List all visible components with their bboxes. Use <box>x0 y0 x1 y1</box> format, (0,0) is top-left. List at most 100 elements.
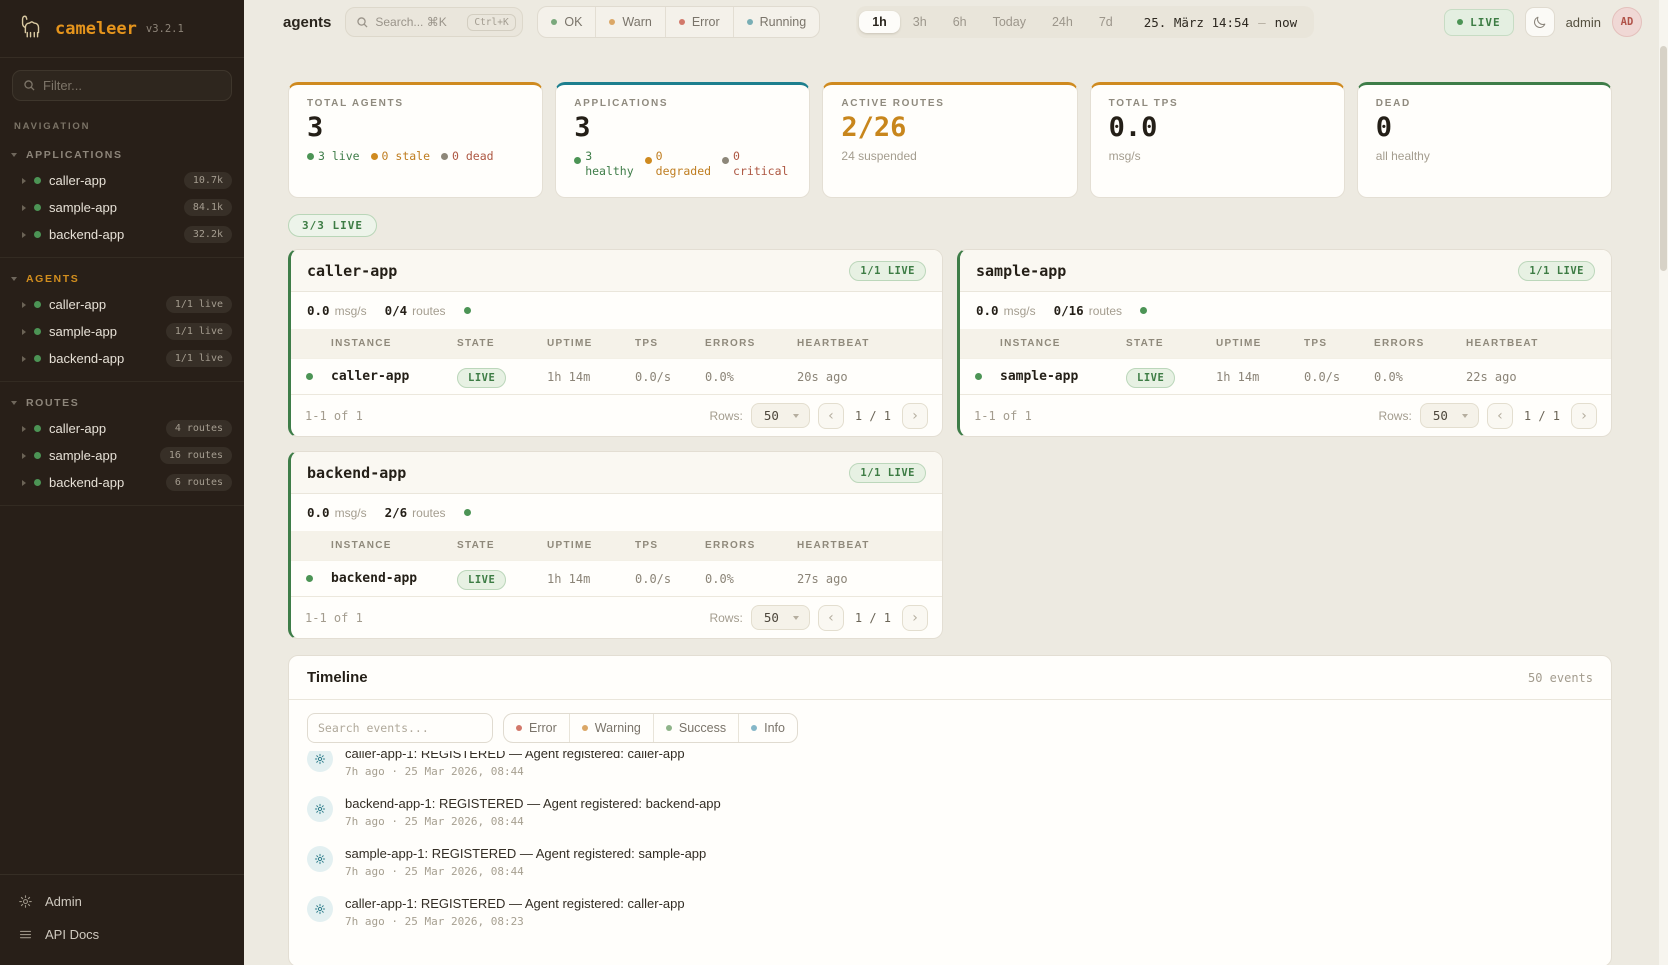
app-card-caller-app: caller-app 1/1 LIVE 0.0msg/s 0/4routes I… <box>288 249 943 437</box>
scrollbar-thumb[interactable] <box>1660 46 1667 271</box>
timeline-filter-success[interactable]: Success <box>653 714 738 742</box>
events-count: 50 events <box>1528 671 1593 685</box>
range-button-1h[interactable]: 1h <box>859 11 900 33</box>
chevron-right-icon[interactable] <box>22 356 26 362</box>
chevron-right-icon[interactable] <box>22 232 26 238</box>
global-search-input[interactable] <box>375 15 461 29</box>
table-row[interactable]: backend-app LIVE 1h 14m 0.0/s 0.0% 27s a… <box>291 560 942 596</box>
stale-dot <box>371 153 378 160</box>
success-dot <box>666 725 672 731</box>
gear-icon <box>307 751 333 772</box>
status-filter-running[interactable]: Running <box>733 7 820 37</box>
sidebar-item-agent-sample-app[interactable]: sample-app 1/1 live <box>0 318 244 345</box>
avatar[interactable]: AD <box>1612 7 1642 37</box>
sidebar-filter <box>12 70 232 101</box>
running-dot <box>747 19 753 25</box>
chevron-right-icon[interactable] <box>22 426 26 432</box>
timeline-filter-warning[interactable]: Warning <box>569 714 653 742</box>
app-card-title[interactable]: backend-app <box>307 464 406 482</box>
app-logo[interactable]: cameleer v3.2.1 <box>0 0 244 58</box>
stat-card-applications: APPLICATIONS 3 3healthy 0degraded 0criti… <box>555 82 810 198</box>
count-badge: 84.1k <box>184 199 232 216</box>
sidebar-item-application-backend-app[interactable]: backend-app 32.2k <box>0 221 244 248</box>
count-badge: 10.7k <box>184 172 232 189</box>
page-scrollbar[interactable] <box>1659 0 1668 965</box>
row-range-label: 1-1 of 1 <box>305 611 363 625</box>
stat-card-dead: DEAD 0 all healthy <box>1357 82 1612 198</box>
sidebar-item-routes-caller-app[interactable]: caller-app 4 routes <box>0 415 244 442</box>
next-page-button[interactable]: › <box>902 605 928 631</box>
app-card-title[interactable]: caller-app <box>307 262 397 280</box>
chevron-right-icon[interactable] <box>22 302 26 308</box>
dead-dot <box>441 153 448 160</box>
chevron-right-icon[interactable] <box>22 453 26 459</box>
app-card-backend-app: backend-app 1/1 LIVE 0.0msg/s 2/6routes … <box>288 451 943 639</box>
sidebar-item-application-sample-app[interactable]: sample-app 84.1k <box>0 194 244 221</box>
top-bar: agents Ctrl+K OK Warn Error Running <box>244 0 1668 44</box>
status-dot <box>464 307 471 314</box>
timeline-filter-info[interactable]: Info <box>738 714 797 742</box>
status-filter-error[interactable]: Error <box>665 7 733 37</box>
sidebar-item-routes-backend-app[interactable]: backend-app 6 routes <box>0 469 244 496</box>
rows-per-page-select[interactable]: 50 <box>1420 403 1479 428</box>
range-button-3h[interactable]: 3h <box>900 11 940 33</box>
sidebar-item-routes-sample-app[interactable]: sample-app 16 routes <box>0 442 244 469</box>
timeline-filter-group: Error Warning Success Info <box>503 713 798 743</box>
state-badge: LIVE <box>457 570 506 590</box>
chevron-right-icon[interactable] <box>22 178 26 184</box>
table-row[interactable]: caller-app LIVE 1h 14m 0.0/s 0.0% 20s ag… <box>291 358 942 394</box>
live-count-badge: 1/1 LIVE <box>1518 261 1595 281</box>
section-header-routes[interactable]: ROUTES <box>0 389 244 415</box>
sidebar-footer: Admin API Docs <box>0 874 244 965</box>
warning-dot <box>582 725 588 731</box>
page-indicator: 1 / 1 <box>852 611 894 625</box>
status-filter-warn[interactable]: Warn <box>595 7 664 37</box>
status-dot <box>1140 307 1147 314</box>
status-dot <box>34 204 41 211</box>
app-card-title[interactable]: sample-app <box>976 262 1066 280</box>
status-filter-ok[interactable]: OK <box>538 7 595 37</box>
stat-card-total-tps: TOTAL TPS 0.0 msg/s <box>1090 82 1345 198</box>
chevron-down-icon <box>793 616 799 620</box>
app-version: v3.2.1 <box>146 23 184 35</box>
count-badge: 6 routes <box>166 474 232 491</box>
section-header-agents[interactable]: AGENTS <box>0 265 244 291</box>
timeline-search-input[interactable] <box>307 713 493 743</box>
next-page-button[interactable]: › <box>902 403 928 429</box>
live-count-badge: 1/1 LIVE <box>849 463 926 483</box>
camel-logo-icon <box>16 11 46 46</box>
rows-per-page-select[interactable]: 50 <box>751 605 810 630</box>
error-dot <box>679 19 685 25</box>
chevron-right-icon[interactable] <box>22 205 26 211</box>
chevron-down-icon <box>793 414 799 418</box>
timeline-events-list[interactable]: caller-app-1: REGISTERED — Agent registe… <box>289 751 1611 933</box>
sidebar-item-agent-caller-app[interactable]: caller-app 1/1 live <box>0 291 244 318</box>
prev-page-button[interactable]: ‹ <box>818 403 844 429</box>
section-header-applications[interactable]: APPLICATIONS <box>0 141 244 167</box>
range-button-24h[interactable]: 24h <box>1039 11 1086 33</box>
sidebar-item-api-docs[interactable]: API Docs <box>0 918 244 951</box>
sidebar-filter-input[interactable] <box>43 78 221 93</box>
sidebar-item-admin[interactable]: Admin <box>0 885 244 918</box>
moon-icon <box>1532 15 1547 30</box>
timeline-filter-error[interactable]: Error <box>504 714 569 742</box>
range-button-today[interactable]: Today <box>980 11 1039 33</box>
table-row[interactable]: sample-app LIVE 1h 14m 0.0/s 0.0% 22s ag… <box>960 358 1611 394</box>
range-button-6h[interactable]: 6h <box>940 11 980 33</box>
live-status-badge[interactable]: LIVE <box>1444 9 1514 36</box>
status-filter-group: OK Warn Error Running <box>537 6 820 38</box>
rows-per-page-select[interactable]: 50 <box>751 403 810 428</box>
gear-icon <box>307 896 333 922</box>
next-page-button[interactable]: › <box>1571 403 1597 429</box>
chevron-down-icon <box>11 401 17 405</box>
chevron-right-icon[interactable] <box>22 480 26 486</box>
sidebar-item-agent-backend-app[interactable]: backend-app 1/1 live <box>0 345 244 372</box>
count-badge: 32.2k <box>184 226 232 243</box>
sidebar-item-application-caller-app[interactable]: caller-app 10.7k <box>0 167 244 194</box>
chevron-right-icon[interactable] <box>22 329 26 335</box>
theme-toggle-button[interactable] <box>1525 7 1555 37</box>
range-button-7d[interactable]: 7d <box>1086 11 1126 33</box>
table-header: INSTANCE STATE UPTIME TPS ERRORS HEARTBE… <box>291 531 942 560</box>
prev-page-button[interactable]: ‹ <box>818 605 844 631</box>
prev-page-button[interactable]: ‹ <box>1487 403 1513 429</box>
